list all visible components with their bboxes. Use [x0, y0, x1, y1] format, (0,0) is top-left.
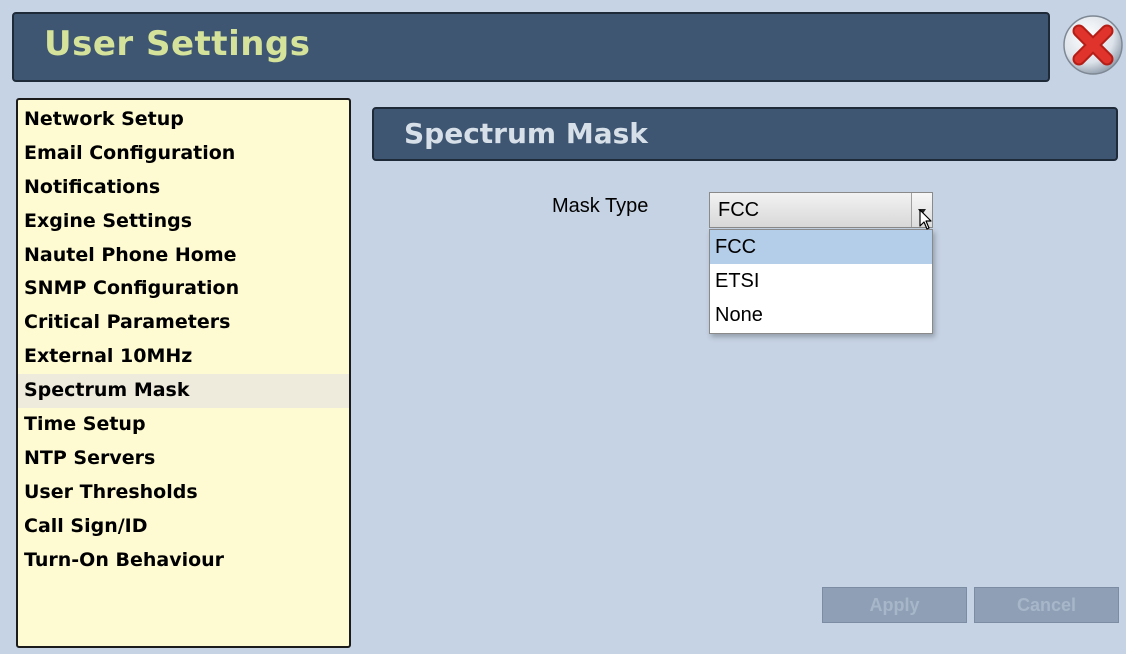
- sidebar-item-notifications[interactable]: Notifications: [18, 171, 349, 205]
- sidebar-item-call-sign-id[interactable]: Call Sign/ID: [18, 510, 349, 544]
- sidebar-item-email-configuration[interactable]: Email Configuration: [18, 137, 349, 171]
- sidebar-item-user-thresholds[interactable]: User Thresholds: [18, 476, 349, 510]
- option-etsi[interactable]: ETSI: [710, 264, 932, 298]
- sidebar-item-network-setup[interactable]: Network Setup: [18, 103, 349, 137]
- mask-type-value: FCC: [718, 199, 760, 221]
- cancel-button[interactable]: Cancel: [974, 587, 1119, 623]
- close-icon: [1063, 15, 1123, 75]
- mouse-pointer-icon: [919, 209, 932, 230]
- window-title: User Settings: [44, 24, 311, 64]
- sidebar-item-nautel-phone-home[interactable]: Nautel Phone Home: [18, 239, 349, 273]
- sidebar-item-critical-parameters[interactable]: Critical Parameters: [18, 306, 349, 340]
- sidebar-item-spectrum-mask[interactable]: Spectrum Mask: [18, 374, 349, 409]
- close-button[interactable]: [1062, 11, 1124, 79]
- option-none[interactable]: None: [710, 298, 932, 332]
- mask-type-dropdown-list: FCC ETSI None: [709, 229, 933, 334]
- sidebar-item-time-setup[interactable]: Time Setup: [18, 408, 349, 442]
- section-title: Spectrum Mask: [404, 117, 648, 150]
- title-bar: User Settings: [12, 12, 1050, 82]
- sidebar-item-snmp-configuration[interactable]: SNMP Configuration: [18, 272, 349, 306]
- sidebar-item-exgine-settings[interactable]: Exgine Settings: [18, 205, 349, 239]
- user-settings-window: User Settings Network Setup Email Config…: [0, 0, 1126, 654]
- mask-type-select[interactable]: FCC: [709, 192, 933, 228]
- mask-type-label: Mask Type: [552, 195, 649, 217]
- sidebar-item-external-10mhz[interactable]: External 10MHz: [18, 340, 349, 374]
- sidebar-item-turn-on-behaviour[interactable]: Turn-On Behaviour: [18, 544, 349, 578]
- apply-button[interactable]: Apply: [822, 587, 967, 623]
- sidebar-item-ntp-servers[interactable]: NTP Servers: [18, 442, 349, 476]
- section-header: Spectrum Mask: [372, 107, 1118, 161]
- option-fcc[interactable]: FCC: [710, 230, 932, 264]
- settings-sidebar: Network Setup Email Configuration Notifi…: [16, 98, 351, 648]
